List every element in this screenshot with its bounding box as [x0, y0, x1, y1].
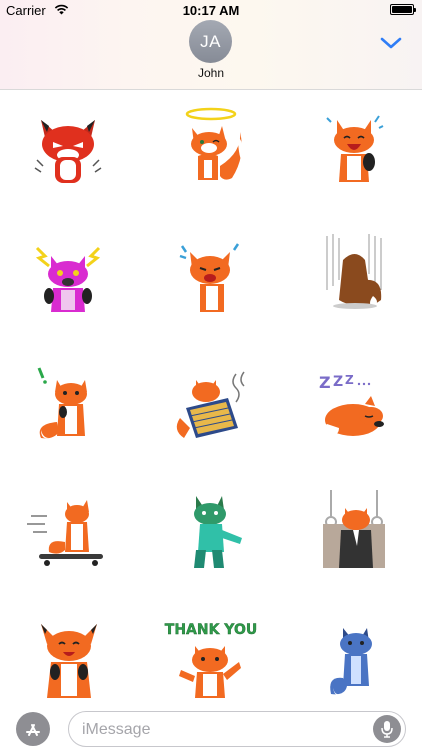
contact-name[interactable]: John — [0, 66, 422, 80]
sticker-crying-fox[interactable] — [151, 220, 271, 330]
message-input[interactable] — [82, 719, 372, 741]
sticker-zombie-fox[interactable] — [151, 476, 271, 586]
message-composer — [0, 706, 422, 750]
status-bar: Carrier 10:17 AM — [0, 0, 422, 20]
sticker-reading-fox[interactable] — [151, 348, 271, 458]
sticker-thank-you-fox[interactable]: THANK YOU — [151, 604, 271, 714]
sticker-blue-fox[interactable] — [294, 604, 414, 714]
message-field-wrapper — [68, 711, 406, 747]
svg-text:Z: Z — [319, 373, 331, 392]
app-store-button[interactable] — [16, 712, 50, 746]
sticker-skateboard-fox[interactable] — [8, 476, 128, 586]
sticker-angry-fox[interactable] — [8, 92, 128, 202]
thank-you-caption: THANK YOU — [165, 622, 257, 638]
messages-screen: Carrier 10:17 AM JA John Z Z Z THANK YOU… — [0, 0, 422, 750]
svg-text:Z: Z — [333, 374, 343, 390]
chevron-down-icon[interactable] — [380, 36, 402, 50]
conversation-header: Carrier 10:17 AM JA John — [0, 0, 422, 90]
sticker-sleeping-fox[interactable]: Z Z Z — [294, 348, 414, 458]
sticker-commuter-fox[interactable] — [294, 476, 414, 586]
sticker-cheering-fox[interactable] — [8, 604, 128, 714]
svg-text:Z: Z — [345, 373, 354, 387]
clock: 10:17 AM — [182, 3, 240, 18]
microphone-button[interactable] — [373, 715, 401, 743]
sticker-angel-fox[interactable] — [151, 92, 271, 202]
avatar-initials: JA — [200, 31, 221, 51]
sticker-shocked-fox[interactable] — [8, 220, 128, 330]
microphone-icon — [381, 721, 393, 738]
sticker-gloomy-fox[interactable] — [294, 220, 414, 330]
avatar[interactable]: JA — [189, 20, 232, 63]
battery-icon — [390, 4, 416, 15]
app-store-icon — [26, 724, 40, 736]
sticker-idea-fox[interactable] — [8, 348, 128, 458]
sticker-laughing-fox[interactable] — [294, 92, 414, 202]
